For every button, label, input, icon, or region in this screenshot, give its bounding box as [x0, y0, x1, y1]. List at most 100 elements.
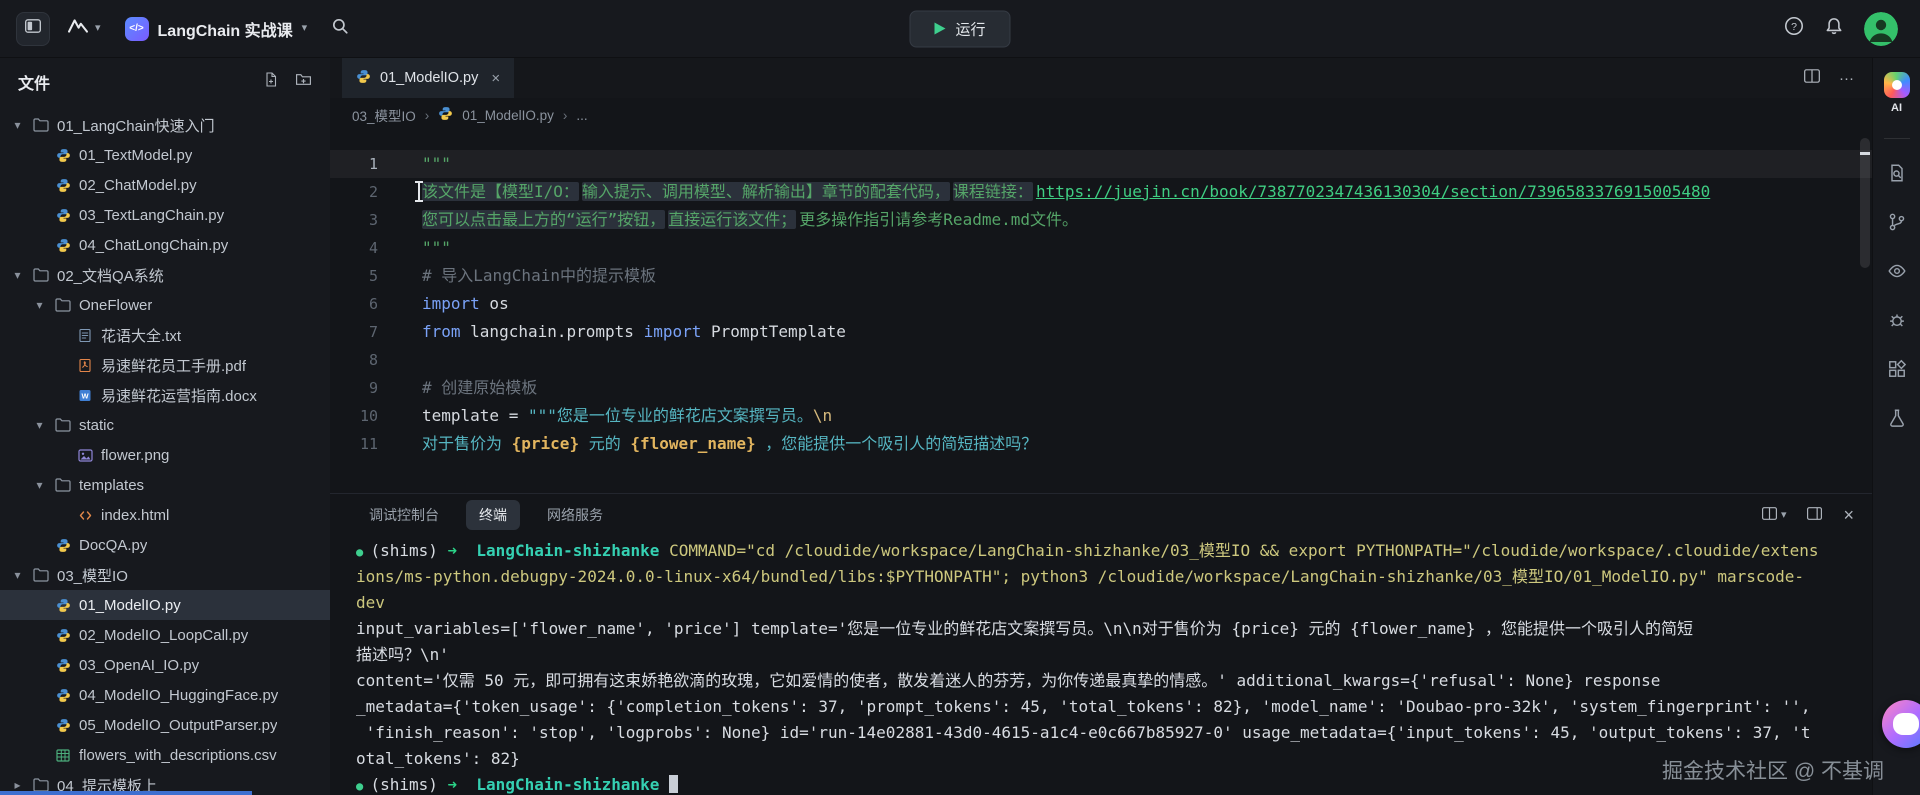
notifications-button[interactable]: [1824, 16, 1844, 41]
terminal-line: input_variables=['flower_name', 'price']…: [356, 616, 1862, 642]
file-tree-item[interactable]: ▾templates: [0, 470, 330, 500]
line-number: 8: [330, 346, 402, 374]
code-line[interactable]: 6import os: [330, 290, 1872, 318]
code-line[interactable]: 10template = """您是一位专业的鲜花店文案撰写员。\n: [330, 402, 1872, 430]
code-line[interactable]: 3您可以点击最上方的“运行”按钮，直接运行该文件；更多操作指引请参考Readme…: [330, 206, 1872, 234]
file-tree-item[interactable]: ▾OneFlower: [0, 290, 330, 320]
terminal-output[interactable]: ● (shims) ➜ LangChain-shizhanke COMMAND=…: [330, 536, 1872, 795]
file-tree-item[interactable]: 04_ModelIO_HuggingFace.py: [0, 680, 330, 710]
tree-chevron-icon[interactable]: ▾: [32, 478, 47, 492]
search-button[interactable]: [331, 17, 349, 40]
panel-layout-button[interactable]: [1806, 505, 1823, 525]
ide-app: ▾ </> LangChain 实战课 ▾ 运行 ?: [0, 0, 1920, 795]
file-name: 易速鲜花员工手册.pdf: [101, 355, 246, 376]
code-line[interactable]: 8: [330, 346, 1872, 374]
terminal-token: ●: [356, 545, 370, 559]
file-tree-item[interactable]: 02_ModelIO_LoopCall.py: [0, 620, 330, 650]
sidebar-horizontal-scrollbar[interactable]: [0, 791, 252, 795]
tree-chevron-icon[interactable]: ▾: [32, 298, 47, 312]
file-tree-item[interactable]: 花语大全.txt: [0, 320, 330, 350]
code-token: ，您能提供一个吸引人的简短描述吗？: [756, 434, 1038, 453]
tab-network-service[interactable]: 网络服务: [534, 500, 616, 530]
file-tree-item[interactable]: flower.png: [0, 440, 330, 470]
code-line[interactable]: 5# 导入LangChain中的提示模板: [330, 262, 1872, 290]
file-name: 03_模型IO: [57, 565, 128, 586]
breadcrumb-file[interactable]: 01_ModelIO.py: [462, 108, 554, 123]
scrollbar-thumb[interactable]: [1860, 138, 1870, 268]
tree-chevron-icon[interactable]: ▾: [32, 418, 47, 432]
file-tree-item[interactable]: DocQA.py: [0, 530, 330, 560]
folder-file-icon: [54, 417, 72, 433]
file-tree-item[interactable]: index.html: [0, 500, 330, 530]
editor-scrollbar[interactable]: [1860, 132, 1870, 493]
code-token: """您是一位专业的鲜花店文案撰写员。: [528, 406, 813, 425]
tab-close-button[interactable]: ×: [491, 70, 500, 87]
tab-debug-console[interactable]: 调试控制台: [356, 500, 452, 530]
file-tree-item[interactable]: ▾static: [0, 410, 330, 440]
debug-button[interactable]: [1887, 310, 1907, 335]
code-token: # 创建原始模板: [422, 378, 537, 397]
file-name: flower.png: [101, 447, 169, 464]
line-number: 5: [330, 262, 402, 290]
file-tree-item[interactable]: 02_ChatModel.py: [0, 170, 330, 200]
code-token: 该文件是【模型I/O：: [422, 182, 579, 201]
pdf-file-icon: [76, 357, 94, 373]
file-tree-item[interactable]: 03_TextLangChain.py: [0, 200, 330, 230]
code-editor[interactable]: 1"""2该文件是【模型I/O：输入提示、调用模型、解析输出】章节的配套代码，课…: [330, 132, 1872, 493]
terminal-token: dev: [356, 593, 385, 612]
file-tree-item[interactable]: ▾ 03_模型IO: [0, 560, 330, 590]
file-search-button[interactable]: [1887, 163, 1907, 188]
code-line[interactable]: 11对于售价为 {price} 元的 {flower_name} ，您能提供一个…: [330, 430, 1872, 458]
breadcrumb-symbol[interactable]: ...: [576, 108, 587, 123]
file-tree-item[interactable]: flowers_with_descriptions.csv: [0, 740, 330, 770]
extensions-button[interactable]: [1887, 359, 1907, 384]
user-avatar[interactable]: [1864, 12, 1898, 46]
code-token: template =: [422, 406, 528, 425]
close-panel-button[interactable]: ×: [1843, 505, 1854, 526]
workspace-switcher[interactable]: </> LangChain 实战课 ▾: [117, 12, 316, 46]
code-token: langchain.prompts: [461, 322, 644, 341]
file-tree-item[interactable]: ▾02_文档QA系统: [0, 260, 330, 290]
code-line[interactable]: 4""": [330, 234, 1872, 262]
tree-chevron-icon[interactable]: ▾: [10, 568, 25, 582]
new-file-button[interactable]: [263, 71, 279, 93]
file-tree-item[interactable]: 03_OpenAI_IO.py: [0, 650, 330, 680]
svg-text:?: ?: [1791, 21, 1797, 33]
preview-button[interactable]: [1887, 261, 1907, 286]
more-actions-button[interactable]: ···: [1839, 70, 1854, 87]
help-button[interactable]: ?: [1784, 16, 1804, 41]
run-button[interactable]: 运行: [909, 10, 1010, 47]
file-tree-item[interactable]: 01_ModelIO.py: [0, 590, 330, 620]
file-tree-item[interactable]: 05_ModelIO_OutputParser.py: [0, 710, 330, 740]
file-tree-item[interactable]: 01_TextModel.py: [0, 140, 330, 170]
sidebar-toggle-button[interactable]: [16, 12, 50, 46]
tree-chevron-icon[interactable]: ▾: [10, 118, 25, 132]
code-line[interactable]: 1""": [330, 150, 1872, 178]
editor-tab-active[interactable]: 01_ModelIO.py ×: [342, 58, 514, 98]
file-tree-item[interactable]: W易速鲜花运营指南.docx: [0, 380, 330, 410]
test-button[interactable]: [1887, 408, 1907, 433]
file-name: 01_ModelIO.py: [79, 597, 181, 614]
tree-chevron-icon[interactable]: ▸: [10, 778, 25, 792]
file-search-icon: [1887, 163, 1907, 188]
ai-assistant-button[interactable]: AI: [1884, 72, 1910, 114]
tree-chevron-icon[interactable]: ▾: [10, 268, 25, 282]
code-line[interactable]: 9# 创建原始模板: [330, 374, 1872, 402]
line-number: 2: [330, 178, 402, 206]
editor-tab-label: 01_ModelIO.py: [380, 70, 478, 86]
ide-logo-menu[interactable]: ▾: [66, 17, 101, 40]
file-tree-item[interactable]: 04_ChatLongChain.py: [0, 230, 330, 260]
terminal-line: ions/ms-python.debugpy-2024.0.0-linux-x6…: [356, 564, 1862, 590]
tab-terminal[interactable]: 终端: [466, 500, 520, 530]
source-control-button[interactable]: [1887, 212, 1907, 237]
code-line[interactable]: 7from langchain.prompts import PromptTem…: [330, 318, 1872, 346]
file-tree-item[interactable]: ▾01_LangChain快速入门: [0, 110, 330, 140]
split-terminal-button[interactable]: ▾: [1761, 505, 1787, 525]
file-tree-item[interactable]: 易速鲜花员工手册.pdf: [0, 350, 330, 380]
code-line[interactable]: 2该文件是【模型I/O：输入提示、调用模型、解析输出】章节的配套代码，课程链接：…: [330, 178, 1872, 206]
new-folder-button[interactable]: [295, 71, 312, 93]
file-name: 05_ModelIO_OutputParser.py: [79, 717, 277, 734]
python-file-icon: [438, 106, 453, 124]
breadcrumb-folder[interactable]: 03_模型IO: [352, 105, 416, 125]
split-editor-button[interactable]: [1803, 67, 1821, 89]
